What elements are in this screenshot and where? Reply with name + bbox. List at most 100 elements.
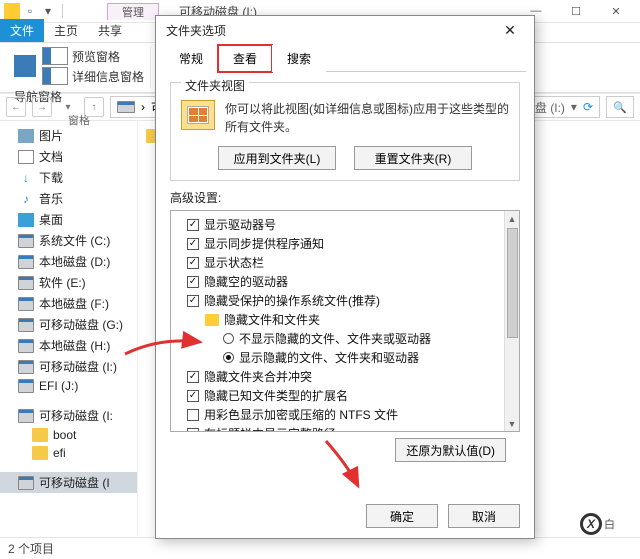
ic-doc-icon (18, 150, 34, 164)
scroll-up-button[interactable]: ▲ (505, 211, 519, 226)
radio-icon[interactable] (223, 352, 234, 363)
tree-item[interactable]: 可移动磁盘 (I: (0, 405, 137, 426)
tab-file[interactable]: 文件 (0, 19, 44, 42)
tree-item-label: 文档 (39, 148, 63, 165)
adv-item[interactable]: ✓显示状态栏 (173, 253, 517, 272)
tree-item[interactable] (0, 462, 137, 472)
ic-drive-icon (18, 255, 34, 269)
adv-item-label: 在标题栏中显示完整路径 (204, 425, 336, 432)
dialog-close-button[interactable]: ✕ (496, 16, 524, 44)
refresh-button[interactable]: ⟳ (583, 100, 593, 114)
up-button[interactable]: ↑ (84, 97, 104, 117)
checkbox-icon[interactable]: ✓ (187, 390, 199, 402)
tree-item-label: 可移动磁盘 (I: (39, 407, 113, 424)
ic-folder-y-icon (32, 428, 48, 442)
tree-item[interactable]: 可移动磁盘 (I (0, 472, 137, 493)
tree-item-label: 可移动磁盘 (I:) (39, 358, 117, 375)
reset-folders-button[interactable]: 重置文件夹(R) (354, 146, 472, 170)
adv-item[interactable]: ✓隐藏已知文件类型的扩展名 (173, 386, 517, 405)
ic-drive-icon (18, 409, 34, 423)
watermark: X 白 (580, 507, 640, 541)
tree-item[interactable]: 本地磁盘 (D:) (0, 251, 137, 272)
ic-drive-icon (18, 297, 34, 311)
adv-item[interactable]: 隐藏文件和文件夹 (173, 310, 517, 329)
adv-item-label: 隐藏受保护的操作系统文件(推荐) (204, 292, 380, 309)
checkbox-icon[interactable] (187, 428, 199, 433)
recent-dropdown[interactable]: ▾ (58, 97, 78, 117)
details-pane-toggle[interactable]: 详细信息窗格 (42, 67, 144, 85)
item-count: 2 个项目 (8, 540, 54, 557)
radio-icon[interactable] (223, 333, 234, 344)
nav-tree[interactable]: 图片文档 ↓下载♪音乐桌面系统文件 (C:)本地磁盘 (D:) 软件 (E:) 本地磁… (0, 121, 138, 537)
dialog-tab-2[interactable]: 搜索 (272, 45, 326, 72)
tree-item[interactable]: 桌面 (0, 209, 137, 230)
tree-item[interactable]: 图片 (0, 125, 137, 146)
restore-defaults-button[interactable]: 还原为默认值(D) (395, 438, 506, 462)
folder-view-group: 文件夹视图 你可以将此视图(如详细信息或图标)应用于这些类型的所有文件夹。 应用… (170, 82, 520, 181)
apply-to-folders-button[interactable]: 应用到文件夹(L) (218, 146, 336, 170)
tree-item[interactable]: 软件 (E:) (0, 272, 137, 293)
tab-share[interactable]: 共享 (88, 19, 132, 42)
adv-item[interactable]: 显示隐藏的文件、文件夹和驱动器 (173, 348, 517, 367)
maximize-button[interactable]: ☐ (556, 0, 596, 23)
adv-item-label: 用彩色显示加密或压缩的 NTFS 文件 (204, 406, 398, 423)
checkbox-icon[interactable]: ✓ (187, 219, 199, 231)
tree-item[interactable]: ↓下载 (0, 167, 137, 188)
checkbox-icon[interactable]: ✓ (187, 295, 199, 307)
ok-button[interactable]: 确定 (366, 504, 438, 528)
scroll-thumb[interactable] (507, 228, 518, 338)
qat-btn[interactable]: ▫ (22, 3, 38, 19)
ic-drive-icon (18, 339, 34, 353)
details-pane-icon (42, 67, 68, 85)
tree-item[interactable]: 系统文件 (C:) (0, 230, 137, 251)
tree-item[interactable]: 本地磁盘 (F:) (0, 293, 137, 314)
adv-item[interactable]: ✓显示同步提供程序通知 (173, 234, 517, 253)
dialog-tab-0[interactable]: 常规 (164, 45, 218, 72)
adv-item-label: 显示驱动器号 (204, 216, 276, 233)
tree-item[interactable]: 可移动磁盘 (G:) (0, 314, 137, 335)
back-button[interactable]: ← (6, 97, 26, 117)
checkbox-icon[interactable] (187, 409, 199, 421)
preview-pane-toggle[interactable]: 预览窗格 (42, 47, 144, 65)
ic-music-icon: ♪ (18, 192, 34, 206)
search-box[interactable]: 🔍 (606, 96, 634, 118)
adv-item[interactable]: 用彩色显示加密或压缩的 NTFS 文件 (173, 405, 517, 424)
tab-home[interactable]: 主页 (44, 19, 88, 42)
close-button[interactable]: ✕ (596, 0, 636, 23)
ic-drive-icon (18, 379, 34, 393)
tree-item-label: 软件 (E:) (39, 274, 86, 291)
contextual-tab-manage[interactable]: 管理 (107, 3, 159, 20)
forward-button[interactable]: → (32, 97, 52, 117)
group-description: 你可以将此视图(如详细信息或图标)应用于这些类型的所有文件夹。 (225, 100, 509, 136)
tree-item-label: efi (53, 446, 66, 460)
checkbox-icon[interactable]: ✓ (187, 371, 199, 383)
ic-drive-icon (18, 476, 34, 490)
tree-item-label: 桌面 (39, 211, 63, 228)
checkbox-icon[interactable]: ✓ (187, 257, 199, 269)
folder-options-dialog: 文件夹选项 ✕ 常规查看搜索 文件夹视图 你可以将此视图(如详细信息或图标)应用… (155, 15, 535, 539)
tree-item[interactable]: 文档 (0, 146, 137, 167)
adv-item[interactable]: 不显示隐藏的文件、文件夹或驱动器 (173, 329, 517, 348)
adv-item[interactable]: 在标题栏中显示完整路径 (173, 424, 517, 432)
tree-item[interactable]: 本地磁盘 (H:) (0, 335, 137, 356)
cancel-button[interactable]: 取消 (448, 504, 520, 528)
qat-dropdown[interactable]: ▾ (40, 3, 56, 19)
dialog-tab-1[interactable]: 查看 (218, 45, 272, 72)
advanced-settings-tree[interactable]: ✓显示驱动器号✓显示同步提供程序通知✓显示状态栏✓隐藏空的驱动器✓隐藏受保护的操… (170, 210, 520, 432)
checkbox-icon[interactable]: ✓ (187, 276, 199, 288)
tree-item[interactable]: EFI (J:) (0, 377, 137, 395)
checkbox-icon[interactable]: ✓ (187, 238, 199, 250)
adv-item[interactable]: ✓ 显示驱动器号 (173, 215, 517, 234)
adv-item[interactable]: ✓ 隐藏受保护的操作系统文件(推荐) (173, 291, 517, 310)
scrollbar[interactable]: ▲ ▼ (504, 211, 519, 431)
tree-item[interactable]: 可移动磁盘 (I:) (0, 356, 137, 377)
tree-item[interactable] (0, 395, 137, 405)
tree-item-label: 可移动磁盘 (I (39, 474, 110, 491)
tree-item[interactable]: ♪音乐 (0, 188, 137, 209)
adv-item[interactable]: ✓隐藏文件夹合并冲突 (173, 367, 517, 386)
scroll-down-button[interactable]: ▼ (505, 416, 519, 431)
adv-item[interactable]: ✓隐藏空的驱动器 (173, 272, 517, 291)
tree-item[interactable]: boot (0, 426, 137, 444)
status-bar: 2 个项目 (0, 537, 640, 559)
tree-item[interactable]: efi (0, 444, 137, 462)
